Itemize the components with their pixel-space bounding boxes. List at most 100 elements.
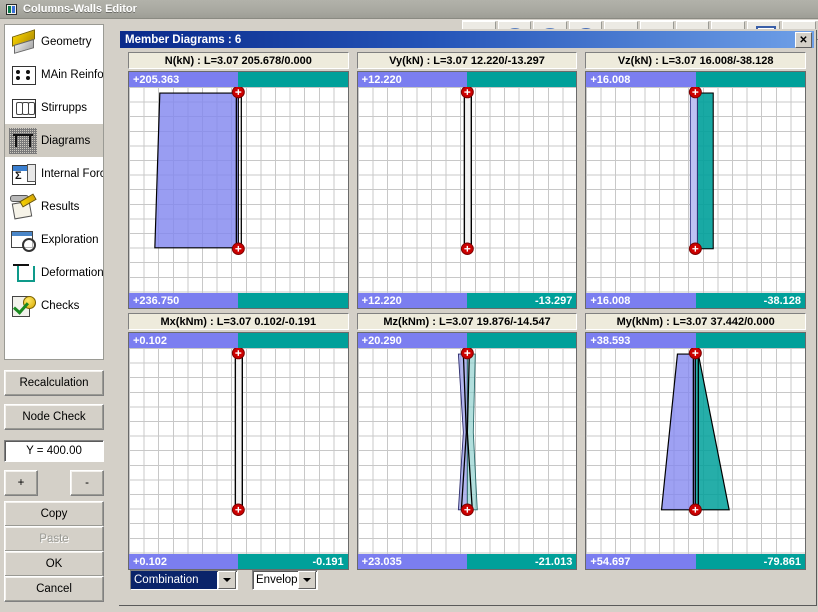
dialog-body: N(kN) : L=3.07 205.678/0.000 +205.363 +2… xyxy=(122,50,812,603)
diagram-panel-n[interactable]: N(kN) : L=3.07 205.678/0.000 +205.363 +2… xyxy=(128,52,349,309)
bottom-value-band: +54.697 -79.861 xyxy=(586,554,805,569)
bottom-value-negative: -0.191 xyxy=(312,555,344,568)
paste-button: Paste xyxy=(4,526,104,552)
node-marker-bottom xyxy=(231,242,245,255)
checks-icon xyxy=(9,293,37,319)
top-value-band: +16.008 xyxy=(586,72,805,87)
node-marker-top xyxy=(231,346,245,360)
node-marker-top xyxy=(689,85,703,99)
bottom-value-negative: -21.013 xyxy=(535,555,573,568)
top-value-positive: +205.363 xyxy=(133,73,180,86)
sidebar-item-deformations[interactable]: Deformations xyxy=(5,256,103,289)
panel-title: Vy(kN) : L=3.07 12.220/-13.297 xyxy=(356,52,578,69)
ok-button[interactable]: OK xyxy=(4,551,104,577)
dialog-controls: Combination Envelop xyxy=(130,569,318,591)
diagram-panel-vz[interactable]: Vz(kN) : L=3.07 16.008/-38.128 +16.008 +… xyxy=(585,52,806,309)
sidebar-item-label: Exploration xyxy=(41,233,99,246)
y-coordinate-field[interactable]: Y = 400.00 xyxy=(4,440,104,462)
top-value-positive: +16.008 xyxy=(590,73,631,86)
sidebar-item-label: MAin Reinfor xyxy=(41,68,103,81)
top-value-positive: +0.102 xyxy=(133,334,167,347)
diagram-panel-mx[interactable]: Mx(kNm) : L=3.07 0.102/-0.191 +0.102 +0.… xyxy=(128,313,349,570)
top-value-positive: +12.220 xyxy=(361,73,402,86)
chevron-down-icon[interactable] xyxy=(218,571,236,589)
plot-graphics xyxy=(154,85,245,255)
sidebar-item-results[interactable]: Results xyxy=(5,190,103,223)
plot-area[interactable]: +20.290 +23.035 -21.013 xyxy=(356,332,578,570)
bottom-value-band: +12.220 -13.297 xyxy=(357,293,577,308)
sidebar-item-checks[interactable]: Checks xyxy=(5,289,103,322)
exploration-icon xyxy=(9,227,37,253)
panel-title: Mz(kNm) : L=3.07 19.876/-14.547 xyxy=(356,313,578,330)
diagram-panel-vy[interactable]: Vy(kN) : L=3.07 12.220/-13.297 +12.220 +… xyxy=(356,52,578,309)
bottom-value-band: +23.035 -21.013 xyxy=(357,554,577,569)
main-reinforcement-icon xyxy=(9,62,37,88)
envelope-dropdown[interactable]: Envelop xyxy=(252,570,318,590)
increment-button[interactable]: + xyxy=(4,470,38,496)
cancel-button[interactable]: Cancel xyxy=(4,576,104,602)
top-value-band: +38.593 xyxy=(586,333,805,348)
plot-area[interactable]: +16.008 +16.008 -38.128 xyxy=(585,71,806,309)
panel-title: N(kN) : L=3.07 205.678/0.000 xyxy=(128,52,349,69)
sidebar-item-label: Diagrams xyxy=(41,134,91,147)
sidebar-item-label: Stirrupps xyxy=(41,101,88,114)
dialog-title: Member Diagrams : 6 xyxy=(125,33,242,46)
decrement-button[interactable]: - xyxy=(70,470,104,496)
sidebar-item-label: Checks xyxy=(41,299,80,312)
plot-graphics xyxy=(661,346,731,516)
sidebar-item-exploration[interactable]: Exploration xyxy=(5,223,103,256)
sidebar-item-label: Internal Forc xyxy=(41,167,103,180)
dialog-titlebar[interactable]: Member Diagrams : 6 ✕ xyxy=(120,31,814,48)
app-window-icon xyxy=(6,3,17,15)
sidebar-item-diagrams[interactable]: Diagrams xyxy=(5,124,103,157)
application-title: Columns-Walls Editor xyxy=(23,3,137,15)
close-icon[interactable]: ✕ xyxy=(795,32,812,48)
plot-area[interactable]: +205.363 +236.750 xyxy=(128,71,349,309)
combination-dropdown[interactable]: Combination xyxy=(130,570,238,590)
node-marker-bottom xyxy=(460,242,474,255)
bottom-value-positive: +12.220 xyxy=(361,294,402,307)
node-marker-bottom xyxy=(231,503,245,516)
bottom-value-negative: -38.128 xyxy=(763,294,801,307)
sidebar-item-label: Geometry xyxy=(41,35,92,48)
sidebar-item-internal-forces[interactable]: Internal Forc xyxy=(5,157,103,190)
diagrams-icon xyxy=(9,127,37,154)
node-check-button[interactable]: Node Check xyxy=(4,404,104,430)
bottom-value-positive: +0.102 xyxy=(133,555,167,568)
node-marker-bottom xyxy=(689,242,703,255)
node-marker-top xyxy=(231,85,245,99)
bottom-value-band: +236.750 xyxy=(129,293,348,308)
chevron-down-icon[interactable] xyxy=(298,571,316,589)
plot-graphics xyxy=(460,85,474,255)
plot-area[interactable]: +12.220 +12.220 -13.297 xyxy=(356,71,578,309)
panel-title: Mx(kNm) : L=3.07 0.102/-0.191 xyxy=(128,313,349,330)
diagram-panel-my[interactable]: My(kNm) : L=3.07 37.442/0.000 +38.593 +5… xyxy=(585,313,806,570)
copy-button[interactable]: Copy xyxy=(4,501,104,527)
application-window: Columns-Walls Editor Geometry MAin Reinf xyxy=(0,0,818,612)
diagram-panel-mz[interactable]: Mz(kNm) : L=3.07 19.876/-14.547 +20.290 … xyxy=(356,313,578,570)
recalculation-button[interactable]: Recalculation xyxy=(4,370,104,396)
node-marker-bottom xyxy=(689,503,703,516)
bottom-value-negative: -79.861 xyxy=(763,555,801,568)
sidebar-item-stirrups[interactable]: Stirrupps xyxy=(5,91,103,124)
sidebar-item-geometry[interactable]: Geometry xyxy=(5,25,103,58)
plot-graphics xyxy=(689,85,715,255)
node-marker-bottom xyxy=(460,503,474,516)
results-icon xyxy=(9,192,37,220)
panel-title: My(kNm) : L=3.07 37.442/0.000 xyxy=(585,313,806,330)
node-marker-top xyxy=(460,346,474,360)
sidebar-item-label: Deformations xyxy=(41,266,103,279)
application-titlebar: Columns-Walls Editor xyxy=(0,0,818,19)
sidebar-item-main-reinforcement[interactable]: MAin Reinfor xyxy=(5,58,103,91)
plot-area[interactable]: +0.102 +0.102 -0.191 xyxy=(128,332,349,570)
sidebar-item-label: Results xyxy=(41,200,80,213)
internal-forces-icon xyxy=(9,161,37,187)
plot-area[interactable]: +38.593 +54.697 -79.861 xyxy=(585,332,806,570)
sidebar: Geometry MAin Reinfor Stirrupps Diagrams xyxy=(4,24,104,360)
plot-graphics xyxy=(457,346,478,516)
node-marker-top xyxy=(460,85,474,99)
bottom-value-positive: +236.750 xyxy=(133,294,180,307)
bottom-value-negative: -13.297 xyxy=(535,294,573,307)
bottom-value-positive: +23.035 xyxy=(361,555,402,568)
top-value-band: +12.220 xyxy=(357,72,577,87)
